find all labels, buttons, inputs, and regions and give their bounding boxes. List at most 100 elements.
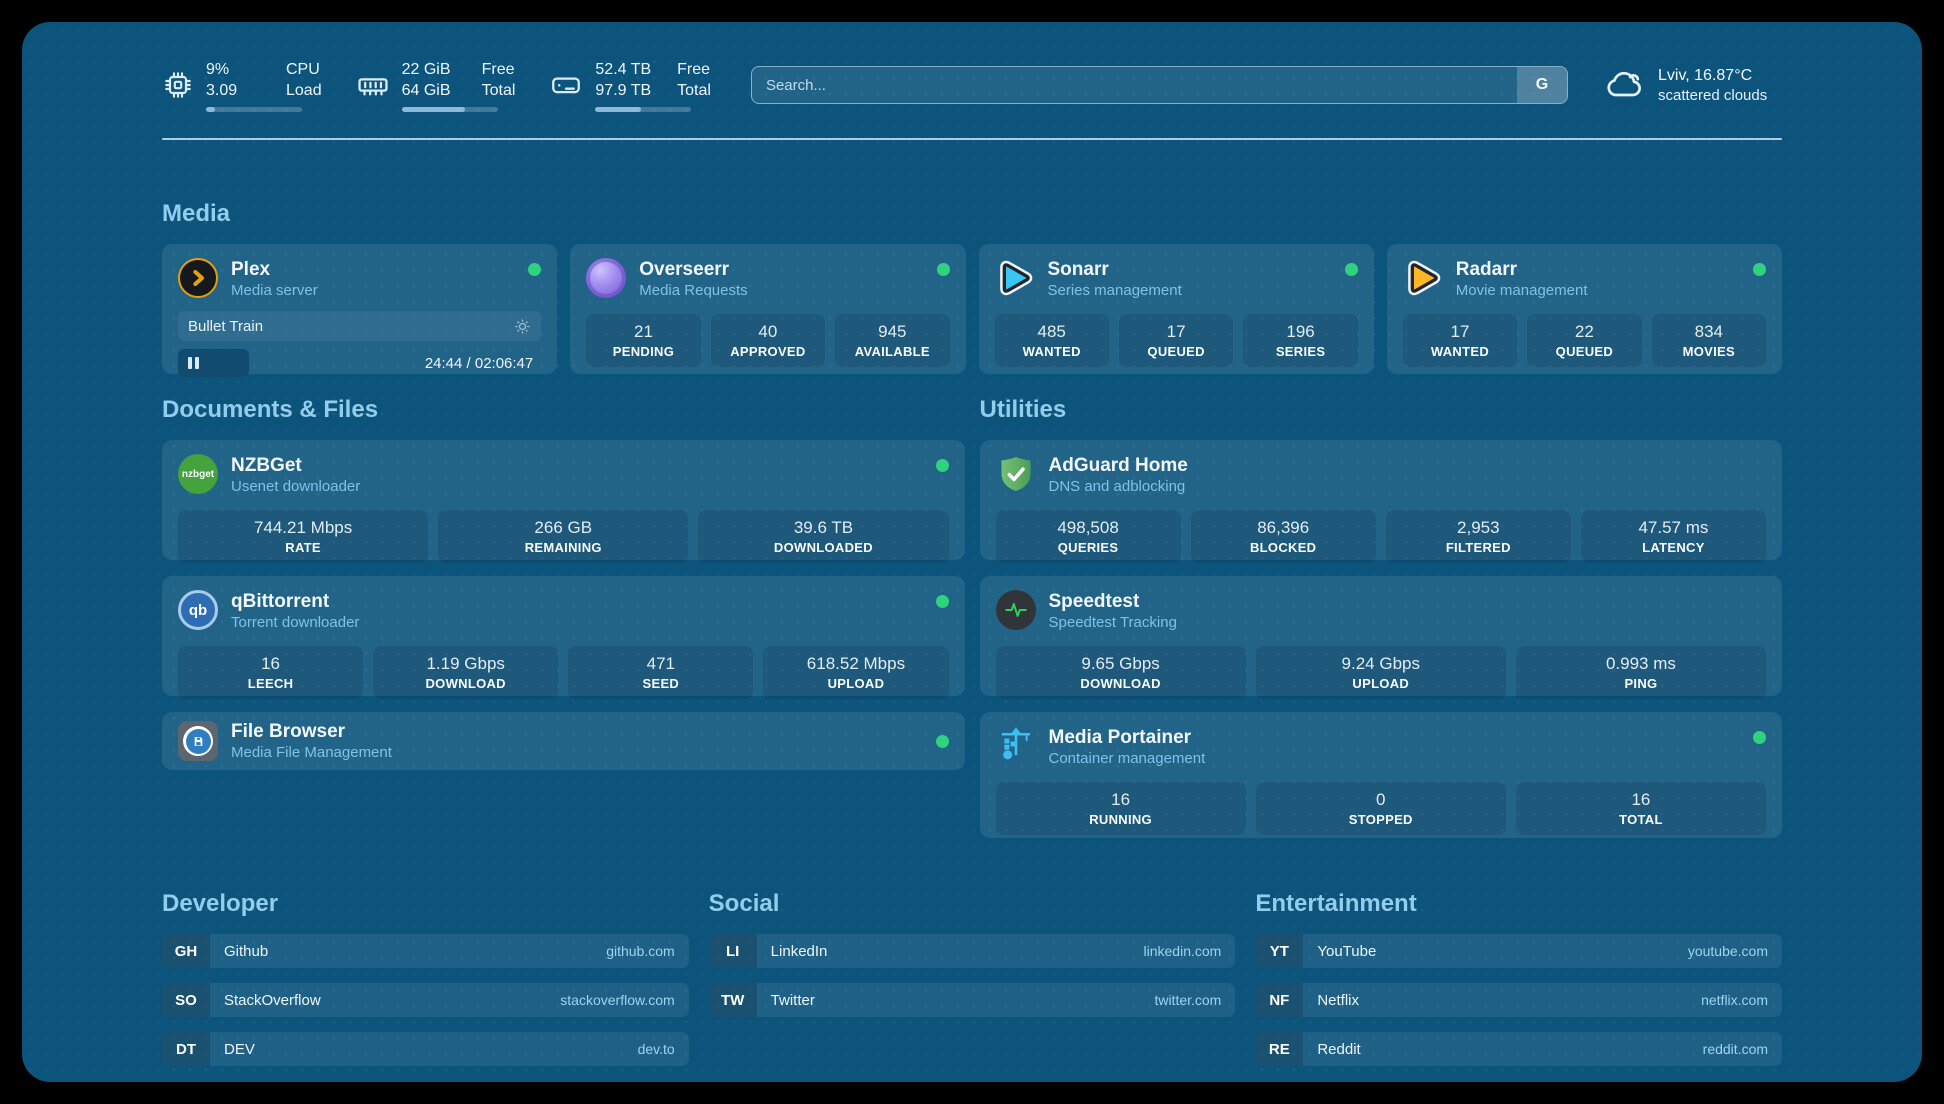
system-stats: 9% 3.09 CPU Load <box>162 59 711 112</box>
radarr-icon <box>1403 258 1443 298</box>
bookmark-domain: reddit.com <box>1703 1041 1768 1057</box>
overseerr-icon <box>586 258 626 298</box>
filebrowser-card[interactable]: File Browser Media File Management <box>162 712 965 770</box>
bookmark-domain: youtube.com <box>1688 943 1768 959</box>
app-subtitle: Movie management <box>1456 281 1588 301</box>
bookmark-reddit[interactable]: RE Reddit reddit.com <box>1255 1032 1782 1066</box>
status-online-dot <box>937 263 950 276</box>
cpu-usage-label: CPU <box>286 59 322 80</box>
stat-tile: 2,953 FILTERED <box>1386 510 1571 563</box>
ram-free-value: 22 GiB <box>402 59 456 80</box>
section-title-media: Media <box>162 200 1782 228</box>
bookmark-youtube[interactable]: YT YouTube youtube.com <box>1255 934 1782 968</box>
bookmark-abbr: LI <box>709 934 757 968</box>
memory-stat: 22 GiB 64 GiB Free Total <box>356 59 516 112</box>
bookmark-stackoverflow[interactable]: SO StackOverflow stackoverflow.com <box>162 983 689 1017</box>
app-subtitle: Container management <box>1049 749 1206 769</box>
stat-tile: 47.57 ms LATENCY <box>1581 510 1766 563</box>
plex-card[interactable]: Plex Media server Bullet Train <box>162 244 557 374</box>
weather-location-temp: Lviv, 16.87°C <box>1658 65 1767 86</box>
status-online-dot <box>936 595 949 608</box>
settings-gear-icon[interactable] <box>514 318 531 335</box>
adguard-card[interactable]: AdGuard Home DNS and adblocking 498,508 … <box>980 440 1783 560</box>
bookmark-domain: github.com <box>606 943 674 959</box>
bookmark-abbr: RE <box>1255 1032 1303 1066</box>
cpu-usage-value: 9% <box>206 59 260 80</box>
plex-icon <box>178 258 218 298</box>
overseerr-card[interactable]: Overseerr Media Requests 21 PENDING 40 A… <box>570 244 965 374</box>
stat-tile: 9.65 Gbps DOWNLOAD <box>996 646 1246 699</box>
qbittorrent-card[interactable]: qb qBittorrent Torrent downloader 16 LEE… <box>162 576 965 696</box>
cpu-stat: 9% 3.09 CPU Load <box>162 59 322 112</box>
bookmark-abbr: SO <box>162 983 210 1017</box>
bookmark-domain: netflix.com <box>1701 992 1768 1008</box>
stat-tile: 16 RUNNING <box>996 782 1246 835</box>
cpu-load-value: 3.09 <box>206 80 260 101</box>
app-name: Plex <box>231 258 318 281</box>
disk-progress-bar <box>595 107 691 112</box>
qbittorrent-icon: qb <box>178 590 218 630</box>
status-online-dot <box>1345 263 1358 276</box>
app-name: Radarr <box>1456 258 1588 281</box>
header-divider <box>162 138 1782 140</box>
search-engine-button[interactable]: G <box>1517 67 1567 103</box>
speedtest-card[interactable]: Speedtest Speedtest Tracking 9.65 Gbps D… <box>980 576 1783 696</box>
cpu-icon <box>162 69 194 101</box>
section-title-developer: Developer <box>162 890 689 918</box>
search-input[interactable] <box>751 66 1568 104</box>
bookmark-twitter[interactable]: TW Twitter twitter.com <box>709 983 1236 1017</box>
bookmark-abbr: GH <box>162 934 210 968</box>
sonarr-card[interactable]: Sonarr Series management 485 WANTED 17 Q… <box>979 244 1374 374</box>
bookmark-name: Twitter <box>771 992 815 1009</box>
bookmark-domain: stackoverflow.com <box>560 992 674 1008</box>
bookmark-abbr: NF <box>1255 983 1303 1017</box>
bookmark-linkedin[interactable]: LI LinkedIn linkedin.com <box>709 934 1236 968</box>
ram-total-value: 64 GiB <box>402 80 456 101</box>
stat-tile: 9.24 Gbps UPLOAD <box>1256 646 1506 699</box>
cloud-icon <box>1602 65 1646 105</box>
stat-tile: 17 QUEUED <box>1119 314 1233 367</box>
stat-tile: 22 QUEUED <box>1527 314 1641 367</box>
pause-icon[interactable] <box>188 357 199 369</box>
ram-free-label: Free <box>482 59 516 80</box>
stat-tile: 40 APPROVED <box>711 314 825 367</box>
bookmark-name: Netflix <box>1317 992 1359 1009</box>
weather-widget[interactable]: Lviv, 16.87°C scattered clouds <box>1602 65 1782 106</box>
playback-time: 24:44 / 02:06:47 <box>425 349 533 377</box>
dashboard-frame: 9% 3.09 CPU Load <box>22 22 1922 1082</box>
radarr-card[interactable]: Radarr Movie management 17 WANTED 22 QUE… <box>1387 244 1782 374</box>
app-name: qBittorrent <box>231 590 359 613</box>
stat-tile: 0 STOPPED <box>1256 782 1506 835</box>
disk-stat: 52.4 TB 97.9 TB Free Total <box>549 59 711 112</box>
stat-tile: 744.21 Mbps RATE <box>178 510 428 563</box>
bookmark-name: Github <box>224 943 268 960</box>
speedtest-icon <box>996 590 1036 630</box>
disk-free-label: Free <box>677 59 711 80</box>
now-playing-row[interactable]: Bullet Train <box>178 311 541 341</box>
bookmark-netflix[interactable]: NF Netflix netflix.com <box>1255 983 1782 1017</box>
playback-progress-bar[interactable]: 24:44 / 02:06:47 <box>178 349 541 377</box>
bookmark-abbr: YT <box>1255 934 1303 968</box>
sonarr-icon <box>995 258 1035 298</box>
bookmark-github[interactable]: GH Github github.com <box>162 934 689 968</box>
adguard-icon <box>996 454 1036 494</box>
portainer-card[interactable]: Media Portainer Container management 16 … <box>980 712 1783 838</box>
stat-tile: 16 TOTAL <box>1516 782 1766 835</box>
disk-total-value: 97.9 TB <box>595 80 651 101</box>
bookmark-dev[interactable]: DT DEV dev.to <box>162 1032 689 1066</box>
now-playing-title: Bullet Train <box>188 318 263 335</box>
ram-progress-bar <box>402 107 498 112</box>
bookmark-abbr: TW <box>709 983 757 1017</box>
ram-icon <box>356 68 390 102</box>
stat-tile: 834 MOVIES <box>1652 314 1766 367</box>
app-subtitle: Media Requests <box>639 281 747 301</box>
stat-tile: 86,396 BLOCKED <box>1191 510 1376 563</box>
app-subtitle: Torrent downloader <box>231 613 359 633</box>
disk-free-value: 52.4 TB <box>595 59 651 80</box>
stat-tile: 471 SEED <box>568 646 753 699</box>
app-name: Speedtest <box>1049 590 1177 613</box>
nzbget-card[interactable]: nzbget NZBGet Usenet downloader 744.21 M… <box>162 440 965 560</box>
section-title-documents: Documents & Files <box>162 396 965 424</box>
stat-tile: 945 AVAILABLE <box>835 314 949 367</box>
ram-total-label: Total <box>482 80 516 101</box>
